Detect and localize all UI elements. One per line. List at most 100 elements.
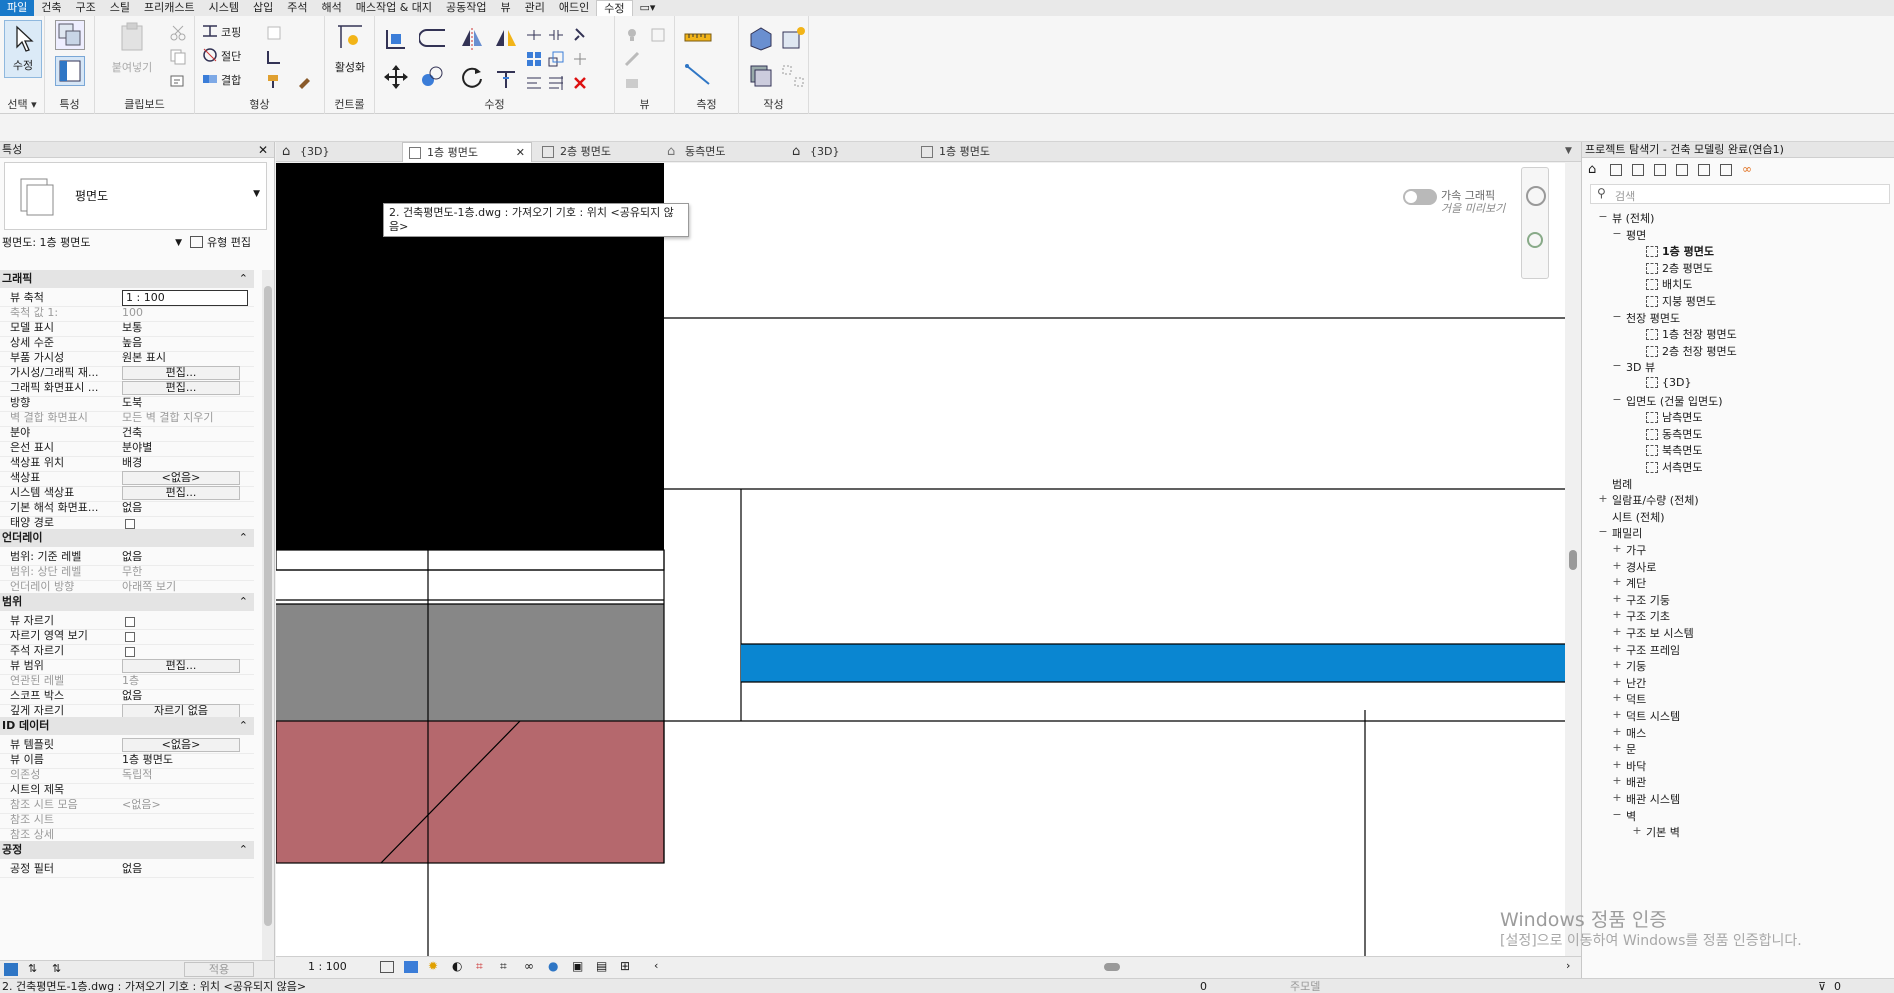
- select-dropdown[interactable]: 선택 ▾: [0, 96, 44, 112]
- property-button[interactable]: 편집...: [122, 366, 240, 380]
- browser-node[interactable]: − 천장 평면도: [1612, 310, 1680, 326]
- properties-section-extents[interactable]: 범위 ⌃: [0, 593, 254, 611]
- browser-node[interactable]: 범례: [1612, 476, 1632, 492]
- browser-node[interactable]: + 덕트: [1612, 691, 1646, 707]
- view-tab[interactable]: ⌂ {3D}: [786, 142, 896, 162]
- expand-icon[interactable]: +: [1612, 691, 1622, 704]
- menu-item[interactable]: 수정: [596, 0, 633, 16]
- scale-icon[interactable]: [547, 50, 565, 68]
- tab-list-chevron-icon[interactable]: ▼: [1565, 146, 1572, 156]
- properties-section-underlay[interactable]: 언더레이 ⌃: [0, 529, 254, 547]
- expand-icon[interactable]: +: [1612, 675, 1622, 688]
- collapse-icon[interactable]: ⌃: [239, 529, 248, 547]
- paint-icon[interactable]: [265, 72, 283, 90]
- sort-alt-icon[interactable]: ⇅: [52, 962, 61, 975]
- view-tab[interactable]: 1층 평면도: [915, 142, 1025, 162]
- split-element-icon[interactable]: [525, 26, 543, 44]
- hide-in-view-icon[interactable]: [623, 26, 641, 44]
- browser-node[interactable]: − 입면도 (건물 입면도): [1612, 393, 1722, 409]
- expand-icon[interactable]: +: [1612, 559, 1622, 572]
- canvas-vscroll-thumb[interactable]: [1569, 550, 1577, 570]
- canvas-vertical-scrollbar[interactable]: [1565, 163, 1581, 956]
- scroll-left-icon[interactable]: ‹: [654, 959, 658, 972]
- canvas-hscroll-thumb[interactable]: [1104, 963, 1120, 971]
- property-button[interactable]: 자르기 없음: [122, 704, 240, 718]
- browser-node[interactable]: 1층 천장 평면도: [1646, 326, 1737, 342]
- scroll-right-icon[interactable]: ›: [1566, 959, 1570, 972]
- temp-hide-icon[interactable]: ∞: [524, 959, 534, 973]
- create-similar-icon[interactable]: [779, 62, 807, 90]
- drawing-canvas[interactable]: 가속 그래픽 거을 미리보기: [276, 163, 1581, 956]
- browser-node[interactable]: −3D 뷰: [1612, 359, 1655, 375]
- browser-node[interactable]: − 패밀리: [1598, 525, 1642, 541]
- browser-node[interactable]: + 구조 기초: [1612, 608, 1670, 624]
- expand-icon[interactable]: +: [1612, 708, 1622, 721]
- wall-joins-icon[interactable]: [265, 48, 283, 66]
- delete-icon[interactable]: [571, 74, 589, 92]
- menu-item[interactable]: 건축: [34, 0, 68, 16]
- constraints-icon[interactable]: ⊞: [620, 959, 630, 973]
- expand-icon[interactable]: +: [1632, 824, 1642, 837]
- expand-icon[interactable]: +: [1612, 758, 1622, 771]
- browser-node[interactable]: − 뷰 (전체): [1598, 210, 1654, 226]
- property-button[interactable]: 편집...: [122, 659, 240, 673]
- menu-item[interactable]: 애드인: [552, 0, 596, 16]
- properties-section-graphics[interactable]: 그래픽 ⌃: [0, 270, 254, 288]
- visual-style-icon[interactable]: [404, 961, 418, 973]
- create-assembly-icon[interactable]: [747, 24, 775, 52]
- override-graphics-icon[interactable]: [623, 50, 641, 68]
- properties-scrollbar[interactable]: [262, 270, 274, 960]
- browser-node[interactable]: + 구조 프레임: [1612, 642, 1680, 658]
- properties-section-phasing[interactable]: 공정 ⌃: [0, 841, 254, 859]
- expand-icon[interactable]: +: [1612, 741, 1622, 754]
- property-row[interactable]: 공정 필터 없음: [0, 860, 254, 878]
- browser-node[interactable]: − 벽: [1612, 808, 1636, 824]
- properties-section-identity[interactable]: ID 데이터 ⌃: [0, 717, 254, 735]
- menu-item[interactable]: 파일: [0, 0, 35, 16]
- browser-node[interactable]: 2층 천장 평면도: [1646, 343, 1737, 359]
- split-gap-icon[interactable]: [547, 26, 565, 44]
- menu-item[interactable]: 시스템: [202, 0, 246, 16]
- browser-node[interactable]: + 난간: [1612, 675, 1646, 691]
- sun-path-icon[interactable]: ✹: [428, 959, 438, 973]
- expand-icon[interactable]: +: [1612, 625, 1622, 638]
- menu-item[interactable]: 구조: [69, 0, 103, 16]
- activate-button[interactable]: 활성화: [329, 22, 371, 82]
- collapse-icon[interactable]: ⌃: [239, 593, 248, 611]
- menu-item[interactable]: 뷰: [494, 0, 518, 16]
- menu-item[interactable]: 매스작업 & 대지: [349, 0, 439, 16]
- browser-node[interactable]: + 경사로: [1612, 559, 1656, 575]
- measure-icon[interactable]: [683, 28, 713, 46]
- expand-icon[interactable]: +: [1612, 542, 1622, 555]
- analytical-model-icon[interactable]: ▣: [572, 959, 583, 973]
- browser-schedules-icon[interactable]: [1654, 164, 1666, 176]
- crop-view-icon[interactable]: ⌗: [476, 959, 483, 974]
- collapse-icon[interactable]: ⌃: [239, 841, 248, 859]
- active-model[interactable]: 주모델: [1290, 979, 1320, 993]
- unpin-icon[interactable]: [571, 50, 589, 68]
- align-icon[interactable]: [383, 26, 409, 52]
- browser-node[interactable]: 동측면도: [1646, 426, 1702, 442]
- property-button[interactable]: <없음>: [122, 738, 240, 752]
- expand-icon[interactable]: +: [1612, 791, 1622, 804]
- close-icon[interactable]: ✕: [258, 142, 268, 158]
- collapse-icon[interactable]: −: [1612, 808, 1622, 821]
- menu-item[interactable]: 해석: [314, 0, 348, 16]
- reveal-hidden-icon[interactable]: ●: [548, 959, 558, 973]
- expand-icon[interactable]: +: [1612, 608, 1622, 621]
- edit-type-button[interactable]: 유형 편집: [190, 234, 251, 252]
- blue-region[interactable]: [741, 644, 1581, 682]
- property-button[interactable]: 편집...: [122, 381, 240, 395]
- offset-icon[interactable]: [419, 26, 449, 52]
- browser-node[interactable]: 지붕 평면도: [1646, 293, 1716, 309]
- cope-button[interactable]: 코핑: [221, 24, 241, 40]
- expand-icon[interactable]: +: [1612, 642, 1622, 655]
- expand-icon[interactable]: +: [1612, 592, 1622, 605]
- browser-node[interactable]: {3D}: [1646, 376, 1691, 389]
- shadows-icon[interactable]: ◐: [452, 959, 462, 973]
- expand-icon[interactable]: +: [1598, 492, 1608, 505]
- collapse-icon[interactable]: −: [1612, 227, 1622, 240]
- expand-icon[interactable]: +: [1612, 774, 1622, 787]
- split-face-icon[interactable]: [265, 24, 283, 42]
- browser-node[interactable]: + 덕트 시스템: [1612, 708, 1680, 724]
